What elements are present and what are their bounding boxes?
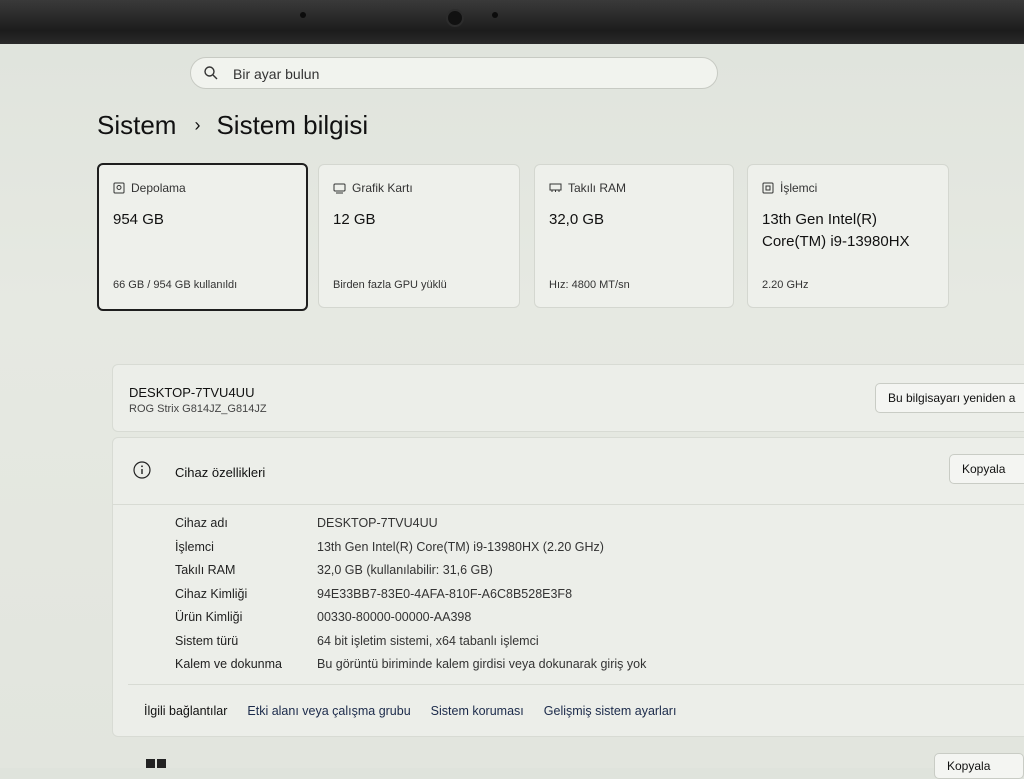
- card-subtext: 66 GB / 954 GB kullanıldı: [113, 279, 238, 291]
- cpu-icon: [762, 182, 774, 194]
- spec-key: Ürün Kimliği: [175, 610, 243, 624]
- laptop-bezel: [0, 0, 1024, 44]
- device-name-row: DESKTOP-7TVU4UU ROG Strix G814JZ_G814JZ …: [112, 364, 1024, 432]
- info-icon: [133, 461, 151, 479]
- card-subtext: Hız: 4800 MT/sn: [549, 279, 630, 291]
- search-icon: [204, 66, 218, 80]
- card-value: 954 GB: [113, 211, 164, 228]
- sensor-dot: [492, 12, 498, 18]
- sensor-dot: [300, 12, 306, 18]
- ram-icon: [549, 183, 562, 192]
- rename-pc-button[interactable]: Bu bilgisayarı yeniden a: [875, 383, 1024, 413]
- spec-key: Sistem türü: [175, 633, 239, 648]
- gpu-icon: [333, 183, 346, 193]
- card-processor[interactable]: İşlemci 13th Gen Intel(R) Core(TM) i9-13…: [747, 164, 949, 308]
- card-title: İşlemci: [780, 181, 818, 195]
- card-ram[interactable]: Takılı RAM 32,0 GB Hız: 4800 MT/sn: [534, 164, 734, 308]
- spec-key: Takılı RAM: [175, 563, 236, 577]
- spec-value: DESKTOP-7TVU4UU: [317, 516, 438, 530]
- spec-key: Cihaz adı: [175, 516, 228, 530]
- card-title: Depolama: [131, 181, 186, 195]
- device-model: ROG Strix G814JZ_G814JZ: [129, 403, 267, 415]
- spec-key: Cihaz Kimliği: [175, 586, 248, 601]
- card-value: 13th Gen Intel(R) Core(TM) i9-13980HX: [762, 211, 910, 250]
- copy-button-bottom[interactable]: Kopyala: [934, 753, 1024, 779]
- link-domain-workgroup[interactable]: Etki alanı veya çalışma grubu: [247, 704, 410, 718]
- windows-icon: [146, 759, 166, 768]
- link-system-protection[interactable]: Sistem koruması: [431, 704, 524, 718]
- spec-value: 32,0 GB (kullanılabilir: 31,6 GB): [317, 563, 493, 577]
- page-title: Sistem bilgisi: [216, 110, 369, 140]
- storage-icon: [113, 182, 125, 194]
- device-name: DESKTOP-7TVU4UU: [129, 385, 255, 400]
- link-advanced-system-settings[interactable]: Gelişmiş sistem ayarları: [544, 704, 677, 718]
- card-subtext: Birden fazla GPU yüklü: [333, 279, 447, 291]
- spec-key: Kalem ve dokunma: [175, 657, 283, 671]
- chevron-right-icon: ›: [194, 115, 201, 135]
- spec-value: 00330-80000-00000-AA398: [317, 610, 472, 624]
- related-links: İlgili bağlantılar Etki alanı veya çalış…: [128, 684, 1024, 737]
- breadcrumb-parent[interactable]: Sistem: [97, 110, 176, 141]
- search-input[interactable]: [231, 63, 695, 85]
- card-value: 32,0 GB: [549, 211, 605, 228]
- spec-key: İşlemci: [175, 539, 214, 554]
- card-subtext: 2.20 GHz: [762, 279, 809, 291]
- spec-value: 64 bit işletim sistemi, x64 tabanlı işle…: [317, 633, 539, 648]
- device-specs-title: Cihaz özellikleri: [175, 465, 266, 480]
- card-value: 12 GB: [333, 211, 376, 228]
- spec-value: 94E33BB7-83E0-4AFA-810F-A6C8B528E3F8: [317, 586, 573, 601]
- card-graphics[interactable]: Grafik Kartı 12 GB Birden fazla GPU yükl…: [318, 164, 520, 308]
- search-box[interactable]: [190, 57, 718, 89]
- breadcrumb: Sistem › Sistem bilgisi: [97, 110, 368, 141]
- card-title: Grafik Kartı: [352, 181, 413, 195]
- card-title: Takılı RAM: [568, 181, 627, 195]
- device-specs-header[interactable]: Cihaz özellikleri Kopyala: [113, 438, 1024, 505]
- copy-button[interactable]: Kopyala: [949, 454, 1024, 484]
- card-storage[interactable]: Depolama 954 GB 66 GB / 954 GB kullanıld…: [97, 163, 308, 311]
- spec-value: 13th Gen Intel(R) Core(TM) i9-13980HX (2…: [317, 539, 604, 554]
- webcam: [446, 9, 464, 27]
- related-links-label: İlgili bağlantılar: [144, 704, 228, 718]
- spec-value: Bu görüntü biriminde kalem girdisi veya …: [317, 657, 647, 671]
